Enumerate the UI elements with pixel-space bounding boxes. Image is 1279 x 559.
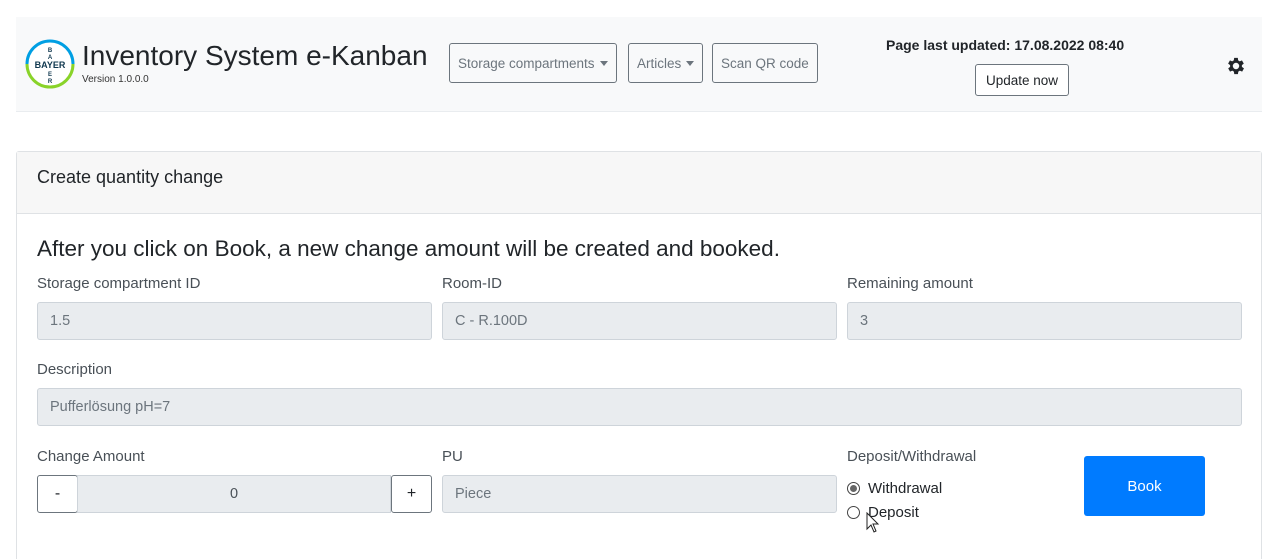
app-title[interactable]: Inventory System e-Kanban [82, 40, 428, 72]
app-version: Version 1.0.0.0 [82, 74, 149, 85]
description-field[interactable]: Pufferlösung pH=7 [37, 388, 1242, 426]
room-id-label: Room-ID [442, 275, 503, 292]
room-id-field[interactable]: C - R.100D [442, 302, 837, 340]
caret-down-icon [599, 60, 608, 66]
change-amount-input[interactable]: 0 [77, 475, 391, 513]
change-amount-label: Change Amount [37, 448, 145, 465]
articles-label: Articles [637, 55, 682, 71]
gear-icon[interactable] [1225, 55, 1247, 77]
storage-compartment-id-field[interactable]: 1.5 [37, 302, 432, 340]
svg-text:E: E [48, 72, 52, 78]
top-navbar: BAYER B A E R Inventory System e-Kanban … [16, 17, 1262, 112]
change-amount-value: 0 [229, 486, 239, 502]
description-label: Description [37, 361, 113, 378]
deposit-radio[interactable]: Deposit [847, 504, 919, 521]
withdrawal-radio-button[interactable] [847, 482, 860, 495]
card-header: Create quantity change [17, 152, 1261, 214]
last-updated-text: Page last updated: 17.08.2022 08:40 [886, 37, 1125, 53]
remaining-amount-label: Remaining amount [847, 275, 973, 292]
scan-qr-code-button[interactable]: Scan QR code [712, 43, 818, 83]
remaining-amount-field[interactable]: 3 [847, 302, 1242, 340]
book-button[interactable]: Book [1084, 456, 1205, 516]
deposit-withdrawal-label: Deposit/Withdrawal [847, 448, 977, 465]
withdrawal-radio[interactable]: Withdrawal [847, 480, 942, 497]
articles-dropdown[interactable]: Articles [628, 43, 704, 83]
decrement-button[interactable]: - [37, 475, 78, 513]
quantity-change-card: Create quantity change After you click o… [16, 151, 1262, 559]
caret-down-icon [686, 60, 695, 66]
bayer-logo-icon[interactable]: BAYER B A E R [25, 39, 75, 89]
svg-text:A: A [48, 55, 53, 61]
svg-text:R: R [48, 79, 53, 85]
deposit-radio-button[interactable] [847, 506, 860, 519]
storage-compartments-label: Storage compartments [458, 55, 595, 71]
pu-field[interactable]: Piece [442, 475, 837, 513]
update-now-button[interactable]: Update now [975, 64, 1069, 96]
storage-compartment-id-label: Storage compartment ID [37, 275, 201, 292]
increment-button[interactable]: + [391, 475, 432, 513]
mouse-cursor-icon [866, 512, 880, 533]
svg-text:B: B [48, 48, 53, 54]
withdrawal-label: Withdrawal [868, 480, 943, 497]
logo-text: BAYER [35, 60, 66, 70]
instruction-text: After you click on Book, a new change am… [37, 236, 780, 261]
storage-compartments-dropdown[interactable]: Storage compartments [449, 43, 617, 83]
pu-label: PU [442, 448, 463, 465]
